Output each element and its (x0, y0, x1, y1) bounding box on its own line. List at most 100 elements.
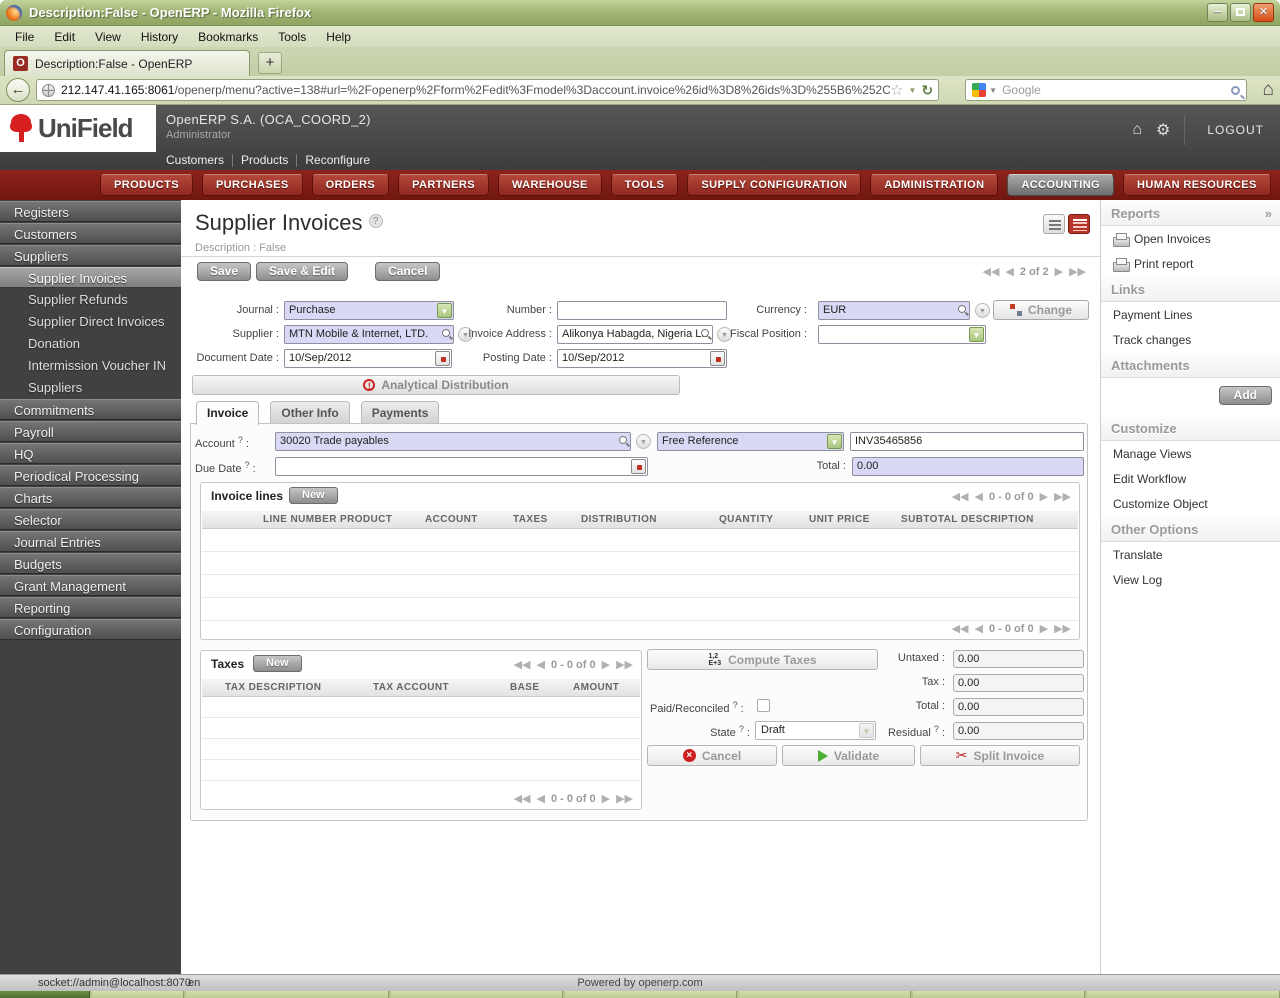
sidebar-item-journal-entries[interactable]: Journal Entries (0, 531, 181, 552)
sidebar-item-configuration[interactable]: Configuration (0, 619, 181, 640)
nav-tab-products[interactable]: PRODUCTS (100, 174, 193, 196)
menu-file[interactable]: File (6, 28, 43, 46)
logout-button[interactable]: LOGOUT (1199, 119, 1272, 141)
col-quantity[interactable]: QUANTITY (719, 514, 773, 525)
fiscal-position-field[interactable]: ▼ (818, 325, 986, 344)
sidebar-item-reporting[interactable]: Reporting (0, 597, 181, 618)
sidebar-item-supplier-invoices[interactable]: Supplier Invoices (0, 267, 181, 288)
pager-prev-icon[interactable]: ◀ (537, 658, 545, 671)
shortcut-products[interactable]: Products (241, 153, 288, 167)
taskbar-button[interactable] (92, 991, 184, 998)
taskbar-button[interactable] (913, 991, 1085, 998)
invoice-line-new-button[interactable]: New (289, 487, 338, 504)
form-view-icon[interactable] (1068, 214, 1090, 234)
report-open-invoices[interactable]: Open Invoices (1101, 226, 1280, 251)
account-field[interactable]: 30020 Trade payables (275, 432, 631, 451)
change-button[interactable]: Change (993, 300, 1089, 320)
pager-next-icon[interactable]: ▶ (602, 658, 610, 671)
col-product[interactable]: PRODUCT (340, 514, 392, 525)
start-button[interactable] (0, 991, 90, 998)
sidebar-item-registers[interactable]: Registers (0, 201, 181, 222)
close-button[interactable]: ✕ (1253, 3, 1274, 22)
menu-bookmarks[interactable]: Bookmarks (189, 28, 267, 46)
new-tab-button[interactable]: + (258, 52, 282, 74)
pager-first-icon[interactable]: ◀◀ (952, 622, 969, 635)
browser-home-icon[interactable]: ⌂ (1263, 79, 1274, 101)
sidebar-item-supplier-refunds[interactable]: Supplier Refunds (0, 289, 181, 310)
nav-tab-accounting[interactable]: ACCOUNTING (1007, 174, 1115, 196)
calendar-icon[interactable] (710, 351, 725, 366)
pager-first-icon[interactable]: ◀◀ (514, 658, 531, 671)
reference-type-field[interactable]: Free Reference ▼ (657, 432, 844, 451)
bookmark-star-icon[interactable]: ☆ (890, 81, 903, 99)
reload-icon[interactable]: ↻ (921, 82, 933, 99)
browser-tab[interactable]: O Description:False - OpenERP (4, 50, 250, 76)
col-base[interactable]: BASE (510, 682, 539, 693)
collapse-panel-icon[interactable]: » (1265, 206, 1272, 221)
search-icon[interactable] (1230, 85, 1240, 95)
help-icon[interactable]: ? (368, 214, 383, 228)
sidebar-item-payroll[interactable]: Payroll (0, 421, 181, 442)
app-home-icon[interactable]: ⌂ (1132, 121, 1142, 139)
minimize-button[interactable]: ─ (1207, 3, 1228, 22)
customize-edit-workflow[interactable]: Edit Workflow (1101, 466, 1280, 491)
tab-payments[interactable]: Payments (360, 401, 440, 424)
pager-last-icon[interactable]: ▶▶ (616, 792, 633, 805)
pager-next-icon[interactable]: ▶ (602, 792, 610, 805)
taskbar-button[interactable] (1087, 991, 1280, 998)
currency-dropdown-icon[interactable]: ▼ (975, 303, 990, 318)
taskbar-button[interactable] (391, 991, 563, 998)
link-track-changes[interactable]: Track changes (1101, 327, 1280, 352)
sidebar-item-grant-management[interactable]: Grant Management (0, 575, 181, 596)
nav-tab-purchases[interactable]: PURCHASES (201, 174, 303, 196)
sidebar-item-charts[interactable]: Charts (0, 487, 181, 508)
save-button[interactable]: Save (197, 262, 252, 281)
currency-field[interactable]: EUR (818, 301, 970, 320)
pager-last-icon[interactable]: ▶▶ (1054, 490, 1071, 503)
sidebar-item-customers[interactable]: Customers (0, 223, 181, 244)
col-description[interactable]: DESCRIPTION (961, 514, 1034, 525)
pager-last-icon[interactable]: ▶▶ (1069, 265, 1086, 278)
account-dropdown-icon[interactable]: ▼ (636, 434, 651, 449)
taskbar-button[interactable] (186, 991, 389, 998)
sidebar-item-budgets[interactable]: Budgets (0, 553, 181, 574)
sidebar-item-donation[interactable]: Donation (0, 333, 181, 354)
sidebar-item-periodical-processing[interactable]: Periodical Processing (0, 465, 181, 486)
paid-reconciled-checkbox[interactable] (757, 699, 770, 712)
col-distribution[interactable]: DISTRIBUTION (581, 514, 657, 525)
url-dropdown-icon[interactable]: ▼ (909, 86, 917, 95)
sidebar-item-intermission-voucher-in[interactable]: Intermission Voucher IN (0, 355, 181, 376)
tab-other-info[interactable]: Other Info (270, 401, 350, 424)
sidebar-item-supplier-direct-invoices[interactable]: Supplier Direct Invoices (0, 311, 181, 332)
nav-tab-partners[interactable]: PARTNERS (398, 174, 489, 196)
sidebar-item-commitments[interactable]: Commitments (0, 399, 181, 420)
nav-tab-orders[interactable]: ORDERS (311, 174, 390, 196)
pager-first-icon[interactable]: ◀◀ (982, 265, 999, 278)
dropdown-icon[interactable]: ▼ (969, 327, 984, 342)
nav-tab-human-resources[interactable]: HUMAN RESOURCES (1123, 174, 1271, 196)
nav-tab-tools[interactable]: TOOLS (610, 174, 679, 196)
col-tax-description[interactable]: TAX DESCRIPTION (225, 682, 321, 693)
validate-button[interactable]: Validate (782, 745, 915, 766)
gear-icon[interactable]: ⚙ (1156, 120, 1170, 140)
search-engine-dropdown-icon[interactable]: ▼ (989, 86, 997, 95)
sidebar-item-suppliers[interactable]: Suppliers (0, 245, 181, 266)
pager-next-icon[interactable]: ▶ (1040, 490, 1048, 503)
restore-button[interactable] (1230, 3, 1251, 22)
report-print-report[interactable]: Print report (1101, 251, 1280, 276)
dropdown-icon[interactable]: ▼ (827, 434, 842, 449)
link-payment-lines[interactable]: Payment Lines (1101, 302, 1280, 327)
pager-first-icon[interactable]: ◀◀ (952, 490, 969, 503)
pager-prev-icon[interactable]: ◀ (975, 622, 983, 635)
cancel-button[interactable]: Cancel (375, 262, 441, 281)
col-unit-price[interactable]: UNIT PRICE (809, 514, 870, 525)
pager-prev-icon[interactable]: ◀ (1005, 265, 1013, 278)
tab-invoice[interactable]: Invoice (196, 401, 260, 425)
pager-next-icon[interactable]: ▶ (1040, 622, 1048, 635)
col-taxes[interactable]: TAXES (513, 514, 548, 525)
col-account[interactable]: ACCOUNT (425, 514, 478, 525)
reference-field[interactable]: INV35465856 (850, 432, 1084, 451)
menu-edit[interactable]: Edit (45, 28, 84, 46)
nav-tab-supply-configuration[interactable]: SUPPLY CONFIGURATION (687, 174, 862, 196)
menu-history[interactable]: History (132, 28, 187, 46)
